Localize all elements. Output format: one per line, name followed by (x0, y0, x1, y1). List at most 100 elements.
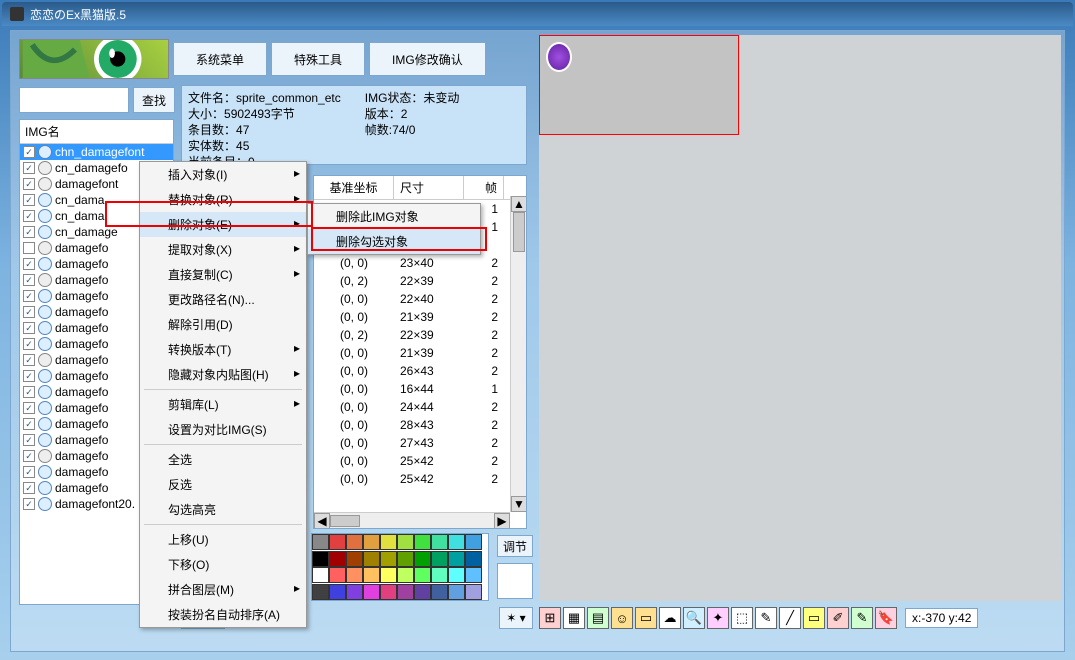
menu-item[interactable]: 拼合图层(M)▸ (140, 577, 306, 602)
checkbox-icon[interactable]: ✓ (23, 418, 35, 430)
color-swatch[interactable] (312, 551, 329, 567)
menu-item[interactable]: 提取对象(X)▸ (140, 237, 306, 262)
color-swatch[interactable] (380, 567, 397, 583)
checkbox-icon[interactable]: ✓ (23, 306, 35, 318)
checkbox-icon[interactable]: ✓ (23, 466, 35, 478)
submenu-item[interactable]: 删除此IMG对象 (308, 204, 480, 229)
table-row[interactable]: (0, 0)28×432 (314, 416, 526, 434)
checkbox-icon[interactable]: ✓ (23, 434, 35, 446)
col-base[interactable]: 基准坐标 (314, 176, 394, 199)
menu-item[interactable]: 上移(U) (140, 527, 306, 552)
color-swatch[interactable] (448, 534, 465, 550)
color-swatch[interactable] (346, 567, 363, 583)
color-swatch[interactable] (448, 551, 465, 567)
checkbox-icon[interactable]: ✓ (23, 162, 35, 174)
table-row[interactable]: (0, 0)22×402 (314, 290, 526, 308)
checkbox-icon[interactable]: ✓ (23, 370, 35, 382)
color-swatch[interactable] (431, 551, 448, 567)
color-swatch[interactable] (397, 534, 414, 550)
color-swatch[interactable] (329, 551, 346, 567)
color-swatch[interactable] (380, 551, 397, 567)
table-row[interactable]: (0, 0)21×392 (314, 344, 526, 362)
tool-button[interactable]: 🔍 (683, 607, 705, 629)
menu-item[interactable]: 反选 (140, 472, 306, 497)
delete-submenu[interactable]: 删除此IMG对象删除勾选对象 (307, 203, 481, 255)
menu-item[interactable]: 替换对象(R)▸ (140, 187, 306, 212)
table-row[interactable]: (0, 0)24×442 (314, 398, 526, 416)
color-swatch[interactable] (431, 534, 448, 550)
checkbox-icon[interactable]: ✓ (23, 402, 35, 414)
color-swatch[interactable] (380, 584, 397, 600)
tool-button[interactable]: ☺ (611, 607, 633, 629)
tool-button[interactable]: ☁ (659, 607, 681, 629)
menu-item[interactable]: 插入对象(I)▸ (140, 162, 306, 187)
table-row[interactable]: (0, 0)26×432 (314, 362, 526, 380)
adjust-button[interactable]: 调节 (497, 535, 533, 557)
menu-item[interactable]: 按装扮名自动排序(A) (140, 602, 306, 627)
tool-button[interactable]: ⊞ (539, 607, 561, 629)
menu-item[interactable]: 更改路径名(N)... (140, 287, 306, 312)
checkbox-icon[interactable]: ✓ (23, 482, 35, 494)
list-item[interactable]: ✓chn_damagefont (20, 144, 173, 160)
checkbox-icon[interactable]: ✓ (23, 338, 35, 350)
color-swatch[interactable] (363, 584, 380, 600)
menu-item[interactable]: 设置为对比IMG(S) (140, 417, 306, 442)
col-frame[interactable]: 帧 (464, 176, 504, 199)
color-swatch[interactable] (329, 584, 346, 600)
current-color-swatch[interactable] (497, 563, 533, 599)
color-swatch[interactable] (431, 567, 448, 583)
table-row[interactable]: (0, 0)23×402 (314, 254, 526, 272)
checkbox-icon[interactable]: ✓ (23, 322, 35, 334)
color-swatch[interactable] (465, 534, 482, 550)
color-swatch[interactable] (363, 534, 380, 550)
context-menu[interactable]: 插入对象(I)▸替换对象(R)▸删除对象(E)▸提取对象(X)▸直接复制(C)▸… (139, 161, 307, 628)
table-row[interactable]: (0, 0)25×422 (314, 452, 526, 470)
tool-button[interactable]: ▭ (635, 607, 657, 629)
checkbox-icon[interactable]: ✓ (23, 258, 35, 270)
table-hscroll[interactable]: ◀▶ (314, 512, 510, 528)
color-swatch[interactable] (397, 551, 414, 567)
tool-button[interactable]: ✦ (707, 607, 729, 629)
col-size[interactable]: 尺寸 (394, 176, 464, 199)
color-swatch[interactable] (397, 567, 414, 583)
checkbox-icon[interactable]: ✓ (23, 290, 35, 302)
table-row[interactable]: (0, 2)22×392 (314, 272, 526, 290)
menu-item[interactable]: 下移(O) (140, 552, 306, 577)
color-swatch[interactable] (346, 551, 363, 567)
color-swatch[interactable] (346, 584, 363, 600)
color-swatch[interactable] (397, 584, 414, 600)
menu-item[interactable]: 勾选高亮 (140, 497, 306, 522)
checkbox-icon[interactable]: ✓ (23, 274, 35, 286)
checkbox-icon[interactable]: ✓ (23, 226, 35, 238)
table-row[interactable]: (0, 0)25×422 (314, 470, 526, 488)
menu-item[interactable]: 隐藏对象内贴图(H)▸ (140, 362, 306, 387)
tool-button[interactable]: ✎ (851, 607, 873, 629)
menu-item[interactable]: 删除对象(E)▸ (140, 212, 306, 237)
color-swatch[interactable] (431, 584, 448, 600)
color-swatch[interactable] (312, 534, 329, 550)
tool-button[interactable]: ╱ (779, 607, 801, 629)
tool-button[interactable]: 🔖 (875, 607, 897, 629)
tool-button[interactable]: ⬚ (731, 607, 753, 629)
color-swatch[interactable] (414, 584, 431, 600)
tool-button[interactable]: ✐ (827, 607, 849, 629)
checkbox-icon[interactable]: ✓ (23, 194, 35, 206)
checkbox-icon[interactable]: ✓ (23, 386, 35, 398)
table-row[interactable]: (0, 2)22×392 (314, 326, 526, 344)
color-swatch[interactable] (414, 567, 431, 583)
special-tools-button[interactable]: 特殊工具 (271, 42, 365, 76)
color-swatch[interactable] (312, 584, 329, 600)
submenu-item[interactable]: 删除勾选对象 (308, 229, 480, 254)
checkbox-icon[interactable]: ✓ (23, 450, 35, 462)
menu-item[interactable]: 转换版本(T)▸ (140, 337, 306, 362)
color-palette[interactable] (311, 533, 489, 601)
color-swatch[interactable] (329, 534, 346, 550)
color-swatch[interactable] (380, 534, 397, 550)
color-swatch[interactable] (448, 567, 465, 583)
tool-button[interactable]: ▭ (803, 607, 825, 629)
search-input[interactable] (19, 87, 129, 113)
color-swatch[interactable] (329, 567, 346, 583)
color-swatch[interactable] (465, 551, 482, 567)
star-button[interactable]: ✶ ▾ (499, 607, 533, 629)
table-row[interactable]: (0, 0)21×392 (314, 308, 526, 326)
